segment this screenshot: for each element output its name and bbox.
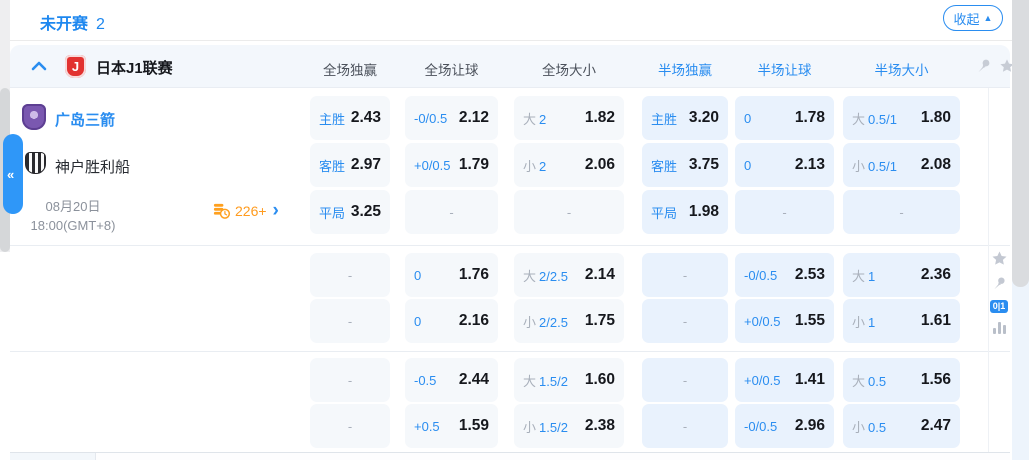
odds-cell[interactable]: 小1.5/22.38 [514, 404, 624, 448]
odds-cell[interactable]: +0/0.51.79 [405, 143, 498, 187]
column-header-2: 全场让球 [425, 59, 479, 79]
odds-cell[interactable]: 平局1.98 [642, 190, 728, 234]
markets-count: 226+ [235, 203, 267, 219]
odds-cell[interactable]: 大0.51.56 [843, 358, 960, 402]
odds-cell[interactable]: 大0.5/11.80 [843, 96, 960, 140]
home-team-name[interactable]: 广岛三箭 [55, 109, 115, 130]
odds-cell[interactable]: -0/0.52.53 [735, 253, 834, 297]
chevron-right-icon: › [273, 204, 279, 218]
odds-cell[interactable]: 大2/2.52.14 [514, 253, 624, 297]
odds-cell[interactable]: -0.52.44 [405, 358, 498, 402]
collapse-button[interactable]: 收起 ▲ [943, 5, 1003, 31]
away-team-name: 神户胜利船 [55, 156, 130, 177]
odds-cell-empty: - [405, 190, 498, 234]
league-header: J 日本J1联赛 全场独赢 全场让球 全场大小 半场独赢 半场让球 半场大小 [10, 45, 1010, 88]
odds-cell[interactable]: 客胜3.75 [642, 143, 728, 187]
odds-cell[interactable]: 大21.82 [514, 96, 624, 140]
odds-cell[interactable]: 客胜2.97 [310, 143, 390, 187]
odds-cell-empty: - [642, 299, 728, 343]
odds-cell[interactable]: -0/0.52.12 [405, 96, 498, 140]
triangle-up-icon: ▲ [984, 14, 993, 23]
column-header-5: 半场让球 [758, 59, 812, 79]
odds-cell-empty: - [310, 253, 390, 297]
odds-cell-empty: - [843, 190, 960, 234]
section-divider [10, 351, 1010, 352]
odds-cell-empty: - [642, 253, 728, 297]
odds-cell-empty: - [642, 404, 728, 448]
column-header-6: 半场大小 [875, 59, 929, 79]
odds-cell[interactable]: 小2/2.51.75 [514, 299, 624, 343]
column-header-4: 半场独赢 [658, 59, 712, 79]
away-team-logo [25, 152, 46, 174]
column-header-3: 全场大小 [542, 59, 596, 79]
column-header-1: 全场独赢 [323, 59, 377, 79]
odds-cell-empty: - [310, 358, 390, 402]
match-date: 08月20日 [28, 198, 118, 217]
markets-coin-clock-icon [212, 201, 231, 220]
league-logo: J [65, 55, 86, 78]
odds-cell[interactable]: 02.16 [405, 299, 498, 343]
status-label: 未开赛 [40, 16, 88, 33]
odds-cell[interactable]: 大12.36 [843, 253, 960, 297]
home-team-logo [22, 104, 46, 130]
odds-cell[interactable]: -0/0.52.96 [735, 404, 834, 448]
odds-cell[interactable]: 02.13 [735, 143, 834, 187]
pin-icon[interactable] [976, 58, 992, 74]
odds-cell[interactable]: 小11.61 [843, 299, 960, 343]
match-status: 未开赛 2 [40, 10, 105, 34]
more-markets-link[interactable]: 226+ › [212, 201, 279, 220]
match-tools-rail: 0|1 [988, 250, 1010, 334]
pin-match-icon[interactable] [992, 276, 1007, 291]
section-divider [10, 245, 1010, 246]
right-scrollbar-thumb[interactable] [1012, 0, 1029, 287]
odds-cell[interactable]: 小0.52.47 [843, 404, 960, 448]
odds-cell[interactable]: 平局3.25 [310, 190, 390, 234]
odds-cell-empty: - [514, 190, 624, 234]
status-count: 2 [96, 16, 105, 33]
collapse-label: 收起 [954, 9, 980, 28]
odds-cell[interactable]: 主胜2.43 [310, 96, 390, 140]
odds-cell-empty: - [310, 404, 390, 448]
chevron-up-icon[interactable] [30, 58, 48, 74]
odds-cell[interactable]: 小0.5/12.08 [843, 143, 960, 187]
odds-cell[interactable]: 主胜3.20 [642, 96, 728, 140]
double-chevron-left-icon: « [7, 167, 14, 182]
league-title: 日本J1联赛 [96, 57, 173, 78]
match-datetime: 08月20日 18:00(GMT+8) [28, 198, 118, 236]
odds-cell[interactable]: +0.51.59 [405, 404, 498, 448]
odds-cell[interactable]: +0/0.51.41 [735, 358, 834, 402]
next-section-edge [10, 453, 1010, 460]
stats-bars-icon[interactable] [993, 322, 1006, 334]
odds-board: « 未开赛 2 收起 ▲ J 日本J1联赛 全场独赢 全场让球 全场大小 半场独赢 半场让… [0, 0, 1029, 460]
odds-cell-empty: - [735, 190, 834, 234]
match-time: 18:00(GMT+8) [28, 217, 118, 236]
odds-cell-empty: - [310, 299, 390, 343]
topbar: 未开赛 2 收起 ▲ [10, 0, 1012, 41]
odds-cell-empty: - [642, 358, 728, 402]
odds-cell[interactable]: 小22.06 [514, 143, 624, 187]
odds-cell[interactable]: +0/0.51.55 [735, 299, 834, 343]
odds-cell[interactable]: 01.76 [405, 253, 498, 297]
odds-cell[interactable]: 01.78 [735, 96, 834, 140]
score-badge[interactable]: 0|1 [990, 300, 1009, 313]
sidebar-collapse-tab[interactable]: « [3, 134, 23, 214]
favorite-star-icon[interactable] [991, 250, 1008, 267]
odds-cell[interactable]: 大1.5/21.60 [514, 358, 624, 402]
